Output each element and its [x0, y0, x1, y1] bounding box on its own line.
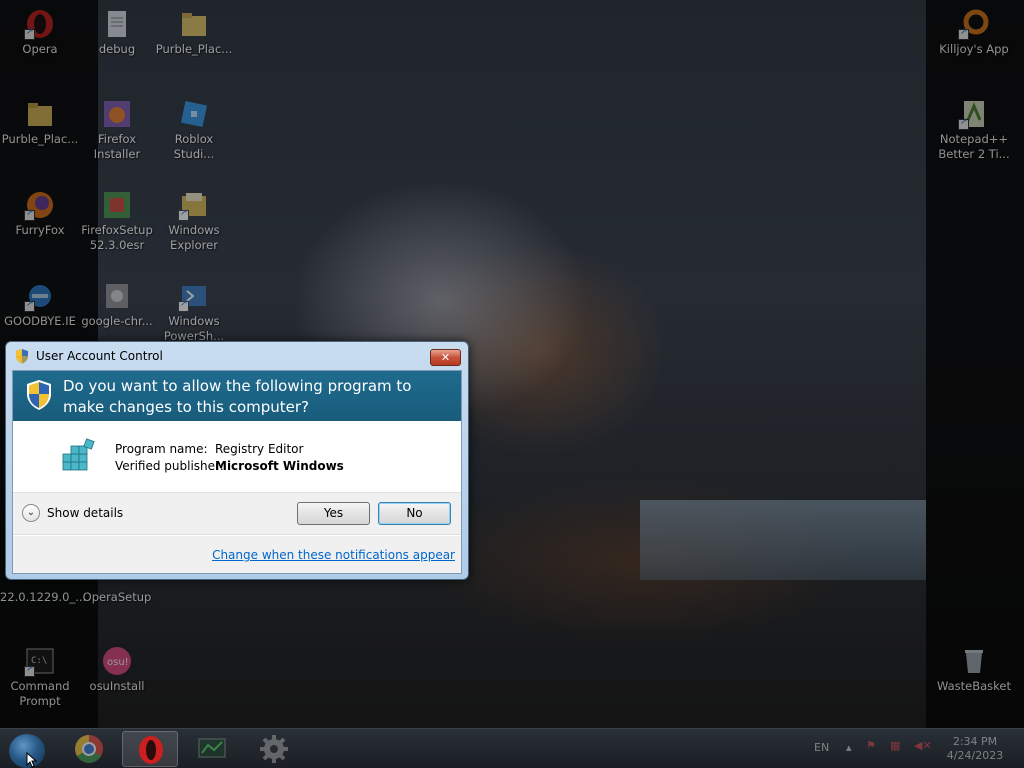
osu-icon: osu!: [101, 645, 133, 677]
dialog-footer: Change when these notifications appear: [13, 536, 461, 573]
program-name-label: Program name:: [115, 442, 208, 456]
opera-icon: [139, 736, 163, 764]
clock-time: 2:34 PM: [952, 735, 998, 748]
desktop-icon-goodbye-ie[interactable]: GOODBYE.IE: [0, 280, 80, 329]
dialog-actions: ⌄ Show details Yes No: [13, 492, 461, 535]
dialog-header: Do you want to allow the following progr…: [13, 371, 461, 421]
dialog-titlebar[interactable]: User Account Control: [6, 342, 468, 370]
uac-shield-icon: [16, 349, 28, 364]
desktop-icon-wastebasket[interactable]: WasteBasket: [934, 645, 1014, 694]
desktop-icon-purble-place-2[interactable]: Purble_Plac...: [0, 98, 80, 147]
desktop-icon-roblox-studio[interactable]: Roblox Studi...: [154, 98, 234, 162]
chrome-icon: [75, 735, 103, 763]
show-hidden-icons-icon[interactable]: ▴: [846, 741, 852, 754]
desktop-icon-notepad-plus[interactable]: Notepad++ Better 2 Ti...: [934, 98, 1014, 162]
explorer-icon: [178, 189, 210, 221]
network-monitor-icon: [198, 738, 226, 758]
desktop-icon-killjoys-app[interactable]: Killjoy's App: [934, 8, 1014, 57]
chevron-down-icon[interactable]: ⌄: [22, 504, 40, 522]
desktop-icon-firefox-installer[interactable]: Firefox Installer: [77, 98, 157, 162]
recycle-bin-icon: [958, 645, 990, 677]
text-file-icon: [101, 8, 133, 40]
change-notifications-link[interactable]: Change when these notifications appear: [212, 548, 455, 562]
chrome-setup-icon: [101, 280, 133, 312]
installer-icon: [101, 189, 133, 221]
publisher-value: Microsoft Windows: [215, 459, 344, 473]
show-details-link[interactable]: Show details: [47, 506, 123, 520]
program-info: Program name: Registry Editor Verified p…: [13, 421, 461, 492]
ring-app-icon: [958, 8, 990, 40]
dialog-question: Do you want to allow the following progr…: [63, 377, 412, 416]
folder-icon: [178, 8, 210, 40]
desktop-icon-opera[interactable]: Opera: [0, 8, 80, 57]
shield-icon: [27, 380, 51, 410]
action-center-icon[interactable]: ⚑: [866, 739, 876, 752]
desktop-icon-windows-powershell[interactable]: Windows PowerSh...: [154, 280, 234, 344]
desktop-icon-windows-explorer[interactable]: Windows Explorer: [154, 189, 234, 253]
taskbar-settings[interactable]: [246, 731, 302, 767]
uac-dialog: User Account Control ✕ Do you want to al…: [5, 341, 469, 580]
dialog-title: User Account Control: [36, 349, 163, 363]
gear-icon: [260, 735, 288, 763]
desktop-icon-osu-install[interactable]: osu! osuInstall: [77, 645, 157, 694]
taskbar-network-monitor[interactable]: [184, 731, 240, 767]
desktop-icon-google-chrome-setup[interactable]: google-chr...: [77, 280, 157, 329]
mouse-cursor-icon: [26, 752, 38, 768]
folder-icon: [24, 98, 56, 130]
taskbar-chrome[interactable]: [61, 731, 117, 767]
svg-text:osu!: osu!: [107, 657, 129, 668]
cmd-icon: C:\: [24, 645, 56, 677]
desktop-icon-command-prompt[interactable]: C:\ Command Prompt: [0, 645, 80, 709]
dialog-body: Do you want to allow the following progr…: [12, 370, 462, 574]
desktop-icon-furryfox[interactable]: FurryFox: [0, 189, 80, 238]
publisher-label: Verified publisher:: [115, 459, 224, 473]
no-button[interactable]: No: [378, 502, 451, 525]
powershell-icon: [178, 280, 210, 312]
volume-muted-icon[interactable]: ◀✕: [914, 739, 932, 752]
notepad-icon: [958, 98, 990, 130]
language-indicator[interactable]: EN: [814, 741, 829, 754]
firefox-icon: [24, 189, 56, 221]
desktop-icon-firefox-setup[interactable]: FirefoxSetup 52.3.0esr: [77, 189, 157, 253]
ie-icon: [24, 280, 56, 312]
taskbar: EN ▴ ⚑ ▦ ◀✕ 2:34 PM 4/24/2023: [0, 728, 1024, 768]
opera-icon: [24, 8, 56, 40]
desktop-icon-debug[interactable]: debug: [77, 8, 157, 57]
clock-date: 4/24/2023: [946, 749, 1004, 762]
taskbar-opera[interactable]: [122, 731, 178, 767]
close-button[interactable]: ✕: [430, 349, 461, 366]
registry-editor-icon: [62, 438, 95, 471]
yes-button[interactable]: Yes: [297, 502, 370, 525]
network-status-icon[interactable]: ▦: [890, 739, 900, 752]
roblox-studio-icon: [178, 98, 210, 130]
taskbar-clock[interactable]: 2:34 PM 4/24/2023: [940, 735, 1010, 763]
installer-icon: [101, 98, 133, 130]
program-name-value: Registry Editor: [215, 442, 304, 456]
desktop-icon-purble-place[interactable]: Purble_Plac...: [154, 8, 234, 57]
